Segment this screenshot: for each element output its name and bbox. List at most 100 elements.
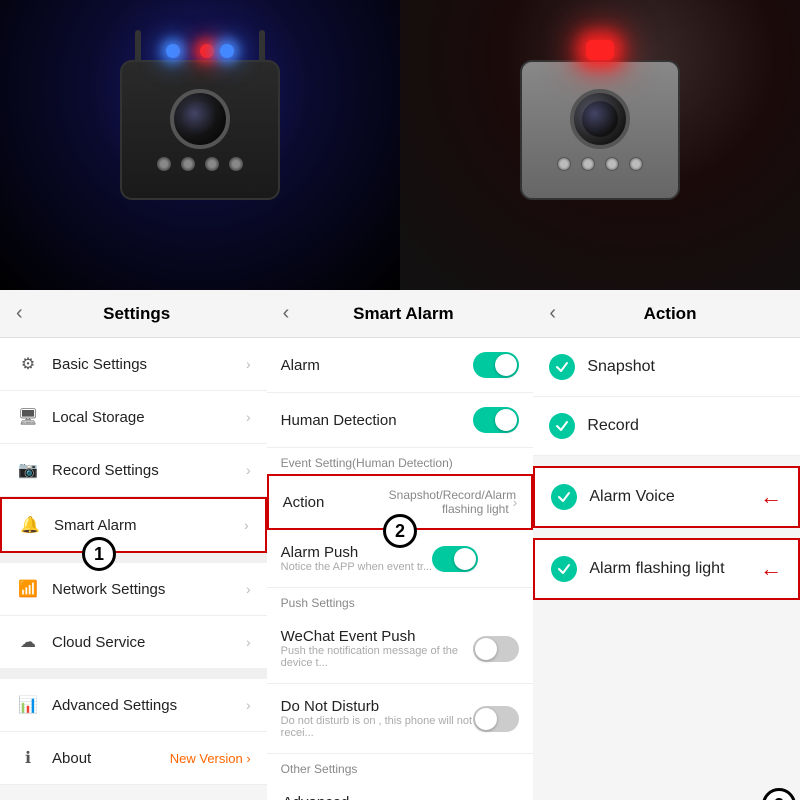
record-icon: 📷 [16, 458, 40, 482]
wechat-push-item[interactable]: WeChat Event Push Push the notification … [267, 614, 534, 684]
ir-led [629, 157, 643, 171]
smart-alarm-title: Smart Alarm [289, 304, 517, 324]
record-check [549, 413, 575, 439]
right-camera-panel [400, 0, 800, 290]
settings-back-arrow[interactable]: ‹ [16, 302, 23, 325]
network-settings-item[interactable]: 📶 Network Settings › [0, 563, 267, 616]
smart-alarm-back-arrow[interactable]: ‹ [283, 302, 290, 325]
advanced-settings-item[interactable]: 📊 Advanced Settings › [0, 679, 267, 732]
new-version-badge: New Version › [170, 751, 251, 766]
alarm-label: Alarm [281, 357, 474, 374]
advanced-item[interactable]: Advanced › [267, 780, 534, 800]
ir-led [181, 157, 195, 171]
smart-alarm-item[interactable]: 🔔 Smart Alarm › 1 [0, 497, 267, 553]
do-not-disturb-sub: Do not disturb is on , this phone will n… [281, 715, 474, 739]
human-detection-item[interactable]: Human Detection [267, 393, 534, 448]
blue-light-2 [220, 44, 234, 58]
alarm-push-sub: Notice the APP when event tr... [281, 561, 432, 573]
human-detection-label: Human Detection [281, 412, 474, 429]
settings-header: ‹ Settings [0, 290, 267, 338]
red-light-large [586, 40, 614, 60]
basic-settings-item[interactable]: ⚙ Basic Settings › [0, 338, 267, 391]
ir-led [157, 157, 171, 171]
step-badge-1: 1 [82, 537, 116, 571]
local-storage-label: Local Storage [52, 409, 246, 426]
alarm-push-toggle[interactable] [432, 546, 478, 572]
step-badge-3: 3 [762, 788, 796, 800]
human-detection-toggle[interactable] [473, 407, 519, 433]
chevron-right-icon: › [513, 795, 518, 800]
local-storage-item[interactable]: 🖥 Local Storage › [0, 391, 267, 444]
network-icon: 📶 [16, 577, 40, 601]
advanced-icon: 📊 [16, 693, 40, 717]
alarm-voice-item[interactable]: Alarm Voice ← [533, 466, 800, 528]
chevron-right-icon: › [244, 517, 249, 533]
cloud-service-label: Cloud Service [52, 634, 246, 651]
red-arrow-icon-2: ← [760, 556, 782, 582]
record-item[interactable]: Record 3 [533, 397, 800, 456]
alarm-flashing-label: Alarm flashing light [589, 560, 754, 578]
chevron-right-icon: › [246, 697, 251, 713]
alarm-icon: 🔔 [18, 513, 42, 537]
settings-panels: ‹ Settings ⚙ Basic Settings › 🖥 Local St… [0, 290, 800, 800]
other-settings-header: Other Settings [267, 754, 534, 780]
do-not-disturb-label: Do Not Disturb [281, 698, 474, 715]
chevron-right-icon: › [246, 634, 251, 650]
action-header: ‹ Action [533, 290, 800, 338]
settings-panel: ‹ Settings ⚙ Basic Settings › 🖥 Local St… [0, 290, 267, 800]
ir-led [605, 157, 619, 171]
alarm-voice-label: Alarm Voice [589, 488, 754, 506]
ir-led [205, 157, 219, 171]
chevron-right-icon: › [513, 494, 518, 510]
record-label: Record [587, 417, 784, 435]
wechat-push-sub: Push the notification message of the dev… [281, 645, 474, 669]
cloud-icon: ☁ [16, 630, 40, 654]
red-arrow-icon: ← [760, 484, 782, 510]
chevron-right-icon: › [246, 462, 251, 478]
camera-lens-right [570, 89, 630, 149]
about-item[interactable]: ℹ About New Version › [0, 732, 267, 785]
action-back-arrow[interactable]: ‹ [549, 302, 556, 325]
action-title: Action [556, 304, 784, 324]
action-row-label: Action [283, 494, 389, 511]
smart-alarm-panel: ‹ Smart Alarm Alarm Human Detection Even… [267, 290, 534, 800]
smart-alarm-label: Smart Alarm [54, 517, 244, 534]
about-label: About [52, 750, 170, 767]
snapshot-label: Snapshot [587, 358, 784, 376]
wechat-push-toggle[interactable] [473, 636, 519, 662]
alarm-voice-check [551, 484, 577, 510]
snapshot-item[interactable]: Snapshot [533, 338, 800, 397]
step-badge-2: 2 [383, 514, 417, 548]
alarm-toggle[interactable] [473, 352, 519, 378]
red-light-small [200, 44, 214, 58]
record-settings-label: Record Settings [52, 462, 246, 479]
camera-images-row [0, 0, 800, 290]
do-not-disturb-item[interactable]: Do Not Disturb Do not disturb is on , th… [267, 684, 534, 754]
record-settings-item[interactable]: 📷 Record Settings › [0, 444, 267, 497]
action-panel: ‹ Action Snapshot Record 3 [533, 290, 800, 800]
ir-led [581, 157, 595, 171]
wechat-push-label: WeChat Event Push [281, 628, 474, 645]
push-settings-header: Push Settings [267, 588, 534, 614]
action-row[interactable]: Action Snapshot/Record/Alarm flashing li… [267, 474, 534, 530]
advanced-label: Advanced [283, 794, 513, 800]
chevron-right-icon: › [246, 356, 251, 372]
smart-alarm-header: ‹ Smart Alarm [267, 290, 534, 338]
storage-icon: 🖥 [16, 405, 40, 429]
alarm-flashing-check [551, 556, 577, 582]
camera-lens-left [170, 89, 230, 149]
settings-title: Settings [23, 304, 251, 324]
ir-led [229, 157, 243, 171]
alarm-toggle-item[interactable]: Alarm [267, 338, 534, 393]
do-not-disturb-toggle[interactable] [473, 706, 519, 732]
gear-icon: ⚙ [16, 352, 40, 376]
action-row-value: Snapshot/Record/Alarm flashing light [389, 488, 509, 516]
left-camera-panel [0, 0, 400, 290]
basic-settings-label: Basic Settings [52, 356, 246, 373]
cloud-service-item[interactable]: ☁ Cloud Service › [0, 616, 267, 669]
blue-light [166, 44, 180, 58]
alarm-flashing-item[interactable]: Alarm flashing light ← [533, 538, 800, 600]
ir-led [557, 157, 571, 171]
chevron-right-icon: › [246, 409, 251, 425]
event-setting-header: Event Setting(Human Detection) [267, 448, 534, 474]
